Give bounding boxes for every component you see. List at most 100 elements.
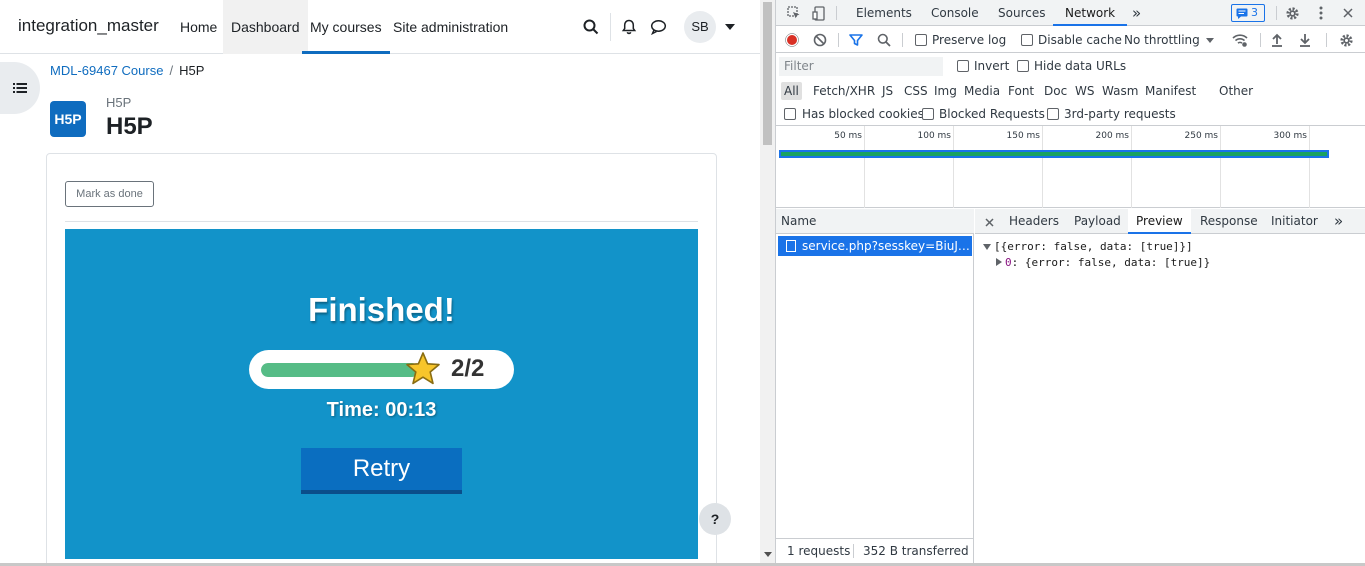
tab-separator — [1276, 6, 1277, 20]
throttling-dropdown-chevron-down-icon[interactable] — [1206, 38, 1214, 43]
tab-initiator[interactable]: Initiator — [1271, 209, 1318, 234]
tab-headers[interactable]: Headers — [1009, 209, 1059, 234]
breadcrumb-separator: / — [169, 63, 174, 78]
tab-elements[interactable]: Elements — [856, 0, 912, 26]
request-row[interactable]: service.php?sesskey=BiuJHn... — [778, 236, 972, 256]
more-tabs-button[interactable]: » — [1132, 0, 1141, 26]
type-filter-media[interactable]: Media — [961, 82, 1003, 100]
requests-count: 1 requests — [787, 544, 851, 558]
tab-payload[interactable]: Payload — [1074, 209, 1121, 234]
type-filter-doc[interactable]: Doc — [1041, 82, 1070, 100]
scroll-down-arrow-icon[interactable] — [764, 552, 772, 557]
more-options-icon[interactable] — [1312, 4, 1330, 22]
clear-icon[interactable] — [812, 32, 828, 48]
blocked-requests-checkbox[interactable] — [922, 108, 934, 120]
retry-button[interactable]: Retry — [301, 448, 462, 494]
throttling-select[interactable]: No throttling — [1124, 33, 1200, 47]
tab-network[interactable]: Network — [1053, 0, 1128, 26]
network-settings-gear-icon[interactable] — [1337, 31, 1355, 49]
messages-icon[interactable] — [648, 17, 668, 37]
tab-preview[interactable]: Preview — [1128, 209, 1191, 234]
filter-input[interactable]: Filter — [779, 57, 943, 76]
more-detail-tabs-button[interactable]: » — [1334, 209, 1343, 234]
network-overview-timeline[interactable]: 50 ms 100 ms 150 ms 200 ms 250 ms 300 ms — [776, 126, 1365, 208]
breadcrumb: MDL-69467 Course / H5P — [50, 63, 204, 78]
type-filter-other[interactable]: Other — [1216, 82, 1256, 100]
third-party-requests-checkbox[interactable] — [1047, 108, 1059, 120]
type-filter-css[interactable]: CSS — [901, 82, 931, 100]
expand-triangle-right-icon[interactable] — [996, 258, 1002, 266]
disable-cache-checkbox[interactable] — [1021, 34, 1033, 46]
tab-response[interactable]: Response — [1200, 209, 1258, 234]
search-icon[interactable] — [581, 17, 601, 37]
activity-type-label: H5P — [106, 95, 132, 110]
help-button[interactable]: ? — [699, 503, 731, 535]
type-filter-manifest[interactable]: Manifest — [1142, 82, 1199, 100]
settings-gear-icon[interactable] — [1283, 4, 1301, 22]
course-index-drawer-button[interactable] — [0, 62, 40, 114]
network-toolbar: Preserve log Disable cache No throttling — [776, 27, 1365, 53]
devtools-main-tabs: Elements Console Sources Network » 3 — [776, 0, 1365, 26]
timeline-tick-label: 50 ms — [834, 131, 862, 141]
blocked-filters-row: Has blocked cookies Blocked Requests 3rd… — [776, 103, 1365, 126]
import-har-upload-icon[interactable] — [1269, 32, 1285, 48]
tab-sources[interactable]: Sources — [998, 0, 1045, 26]
filter-funnel-icon[interactable] — [848, 32, 864, 48]
has-blocked-cookies-checkbox[interactable] — [784, 108, 796, 120]
nav-site-administration[interactable]: Site administration — [385, 0, 516, 54]
page-scrollbar[interactable] — [760, 0, 775, 566]
transferred-size: 352 B transferred — [863, 544, 969, 558]
issues-badge[interactable]: 3 — [1231, 4, 1265, 22]
activity-card: Mark as done Finished! 2/2 Time: 00:13 R… — [46, 153, 717, 566]
network-conditions-wifi-icon[interactable] — [1231, 32, 1249, 48]
site-brand[interactable]: integration_master — [18, 16, 159, 36]
moodle-page: integration_master Home Dashboard My cou… — [0, 0, 760, 566]
nav-home[interactable]: Home — [172, 0, 225, 54]
timeline-tick-label: 250 ms — [1184, 131, 1219, 141]
type-filter-all[interactable]: All — [781, 82, 802, 100]
timeline-gridline — [1220, 126, 1221, 208]
blocked-requests-label: Blocked Requests — [939, 107, 1045, 121]
type-filter-fetch-xhr[interactable]: Fetch/XHR — [810, 82, 878, 100]
h5p-content-area: Finished! 2/2 Time: 00:13 Retry — [65, 229, 698, 559]
mark-as-done-button[interactable]: Mark as done — [65, 181, 154, 207]
record-stop-icon[interactable] — [784, 32, 800, 48]
user-avatar[interactable]: SB — [684, 11, 716, 43]
score-bar: 2/2 — [249, 350, 514, 389]
hide-data-urls-label: Hide data URLs — [1034, 59, 1127, 73]
nav-divider — [610, 13, 611, 41]
type-filter-js[interactable]: JS — [879, 82, 896, 100]
user-menu-chevron-down-icon[interactable] — [725, 24, 735, 30]
close-icon[interactable] — [1339, 4, 1357, 22]
preview-root-line[interactable]: [{error: false, data: [true]}] — [994, 240, 1193, 253]
third-party-requests-label: 3rd-party requests — [1064, 107, 1176, 121]
status-separator — [853, 544, 854, 558]
tab-console[interactable]: Console — [931, 0, 979, 26]
device-toolbar-icon[interactable] — [811, 5, 827, 21]
name-column-header[interactable]: Name — [776, 209, 974, 234]
has-blocked-cookies-label: Has blocked cookies — [802, 107, 924, 121]
type-filter-wasm[interactable]: Wasm — [1099, 82, 1141, 100]
breadcrumb-course-link[interactable]: MDL-69467 Course — [50, 63, 163, 78]
type-filter-img[interactable]: Img — [931, 82, 960, 100]
inspect-element-icon[interactable] — [786, 5, 802, 21]
timeline-gridline — [864, 126, 865, 208]
type-filter-font[interactable]: Font — [1005, 82, 1037, 100]
timeline-gridline — [953, 126, 954, 208]
nav-my-courses[interactable]: My courses — [302, 0, 390, 54]
preview-item-line[interactable]: 0: {error: false, data: [true]} — [1005, 256, 1210, 269]
expand-triangle-down-icon[interactable] — [983, 244, 991, 250]
close-detail-icon[interactable] — [983, 216, 995, 228]
preserve-log-checkbox[interactable] — [915, 34, 927, 46]
export-har-download-icon[interactable] — [1297, 32, 1313, 48]
type-filter-ws[interactable]: WS — [1072, 82, 1097, 100]
nav-dashboard[interactable]: Dashboard — [223, 0, 308, 54]
request-list: Name service.php?sesskey=BiuJHn... 1 req… — [776, 209, 974, 563]
invert-checkbox[interactable] — [957, 60, 969, 72]
search-icon[interactable] — [876, 32, 892, 48]
breadcrumb-current: H5P — [179, 63, 205, 78]
toolbar-separator — [838, 33, 839, 47]
hide-data-urls-checkbox[interactable] — [1017, 60, 1029, 72]
notifications-bell-icon[interactable] — [619, 17, 639, 37]
page-scrollbar-thumb[interactable] — [763, 2, 772, 145]
